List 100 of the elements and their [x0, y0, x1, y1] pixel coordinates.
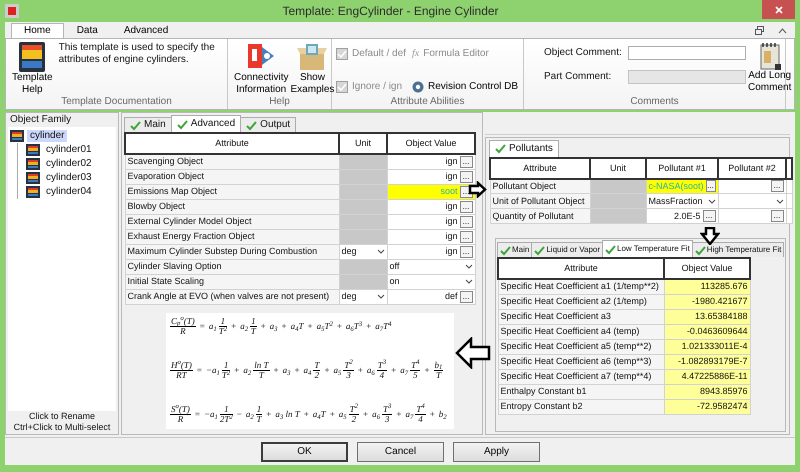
tree-item[interactable]: cylinder04 [43, 186, 95, 198]
ribbon-button[interactable]: Connectivity Information [232, 42, 290, 96]
table-cell: Initial State Scaling [125, 274, 339, 289]
check-icon [130, 120, 141, 130]
value-cell[interactable]: 4.47225886E-11 [664, 369, 750, 384]
caret-icon [376, 248, 384, 254]
disabled-cell [339, 184, 387, 199]
add-long-comment-button[interactable]: Add Long Comment [746, 42, 794, 96]
value-cell[interactable]: -1.082893179E-7 [664, 354, 750, 369]
tree-item[interactable]: cylinder [27, 130, 68, 142]
browse-button[interactable]: ... [770, 180, 784, 192]
table-cell: Unit of Pollutant Object [490, 194, 590, 208]
tab[interactable]: Output [240, 117, 296, 132]
tree-item[interactable]: cylinder02 [43, 158, 95, 170]
table-cell: Scavenging Object [125, 154, 339, 169]
browse-button[interactable]: ... [460, 290, 472, 302]
tree-item[interactable]: cylinder01 [43, 144, 95, 156]
table-cell: Exhaust Energy Fraction Object [125, 229, 339, 244]
dropdown[interactable]: MassFraction [646, 194, 718, 208]
checkbox-icon [336, 80, 348, 92]
group-label: Template Documentation [60, 96, 173, 109]
restore-icon[interactable] [755, 26, 764, 35]
browse-button[interactable]: ... [770, 210, 784, 222]
column-header: Attribute [125, 133, 339, 154]
close-button[interactable] [762, 0, 795, 19]
tree-item[interactable]: cylinder03 [43, 172, 95, 184]
table-cell: Specific Heat Coefficient a2 (1/temp) [498, 294, 664, 309]
collapse-icon[interactable] [778, 28, 787, 34]
value-cell[interactable]: 1.021333011E-4 [664, 339, 750, 354]
value-cell[interactable]: 113285.676 [664, 279, 750, 294]
value-cell[interactable]: 13.65384188 [664, 309, 750, 324]
disabled-cell [339, 274, 387, 289]
dropdown[interactable]: deg [339, 289, 387, 304]
browse-button[interactable]: ... [460, 230, 472, 242]
formula-symbol: fx [412, 48, 420, 60]
template-help-button[interactable]: Template Help [10, 42, 55, 96]
close-icon [774, 6, 782, 14]
table-cell: Blowby Object [125, 199, 339, 214]
check-icon [246, 120, 258, 130]
table-cell: Specific Heat Coefficient a3 [498, 309, 664, 324]
hint-text: Click to Rename [28, 411, 96, 422]
ribbon-tab[interactable]: Advanced [110, 23, 182, 38]
browse-button[interactable]: ... [460, 170, 472, 182]
notepad-icon [758, 42, 781, 70]
ability-button[interactable]: Revision Control DB [412, 77, 520, 96]
column-header: Attribute [490, 158, 590, 178]
tab[interactable]: High Temperature Fit [692, 242, 784, 257]
template-description: This template is used to specify the attributes of engine cylinders. [58, 42, 216, 67]
browse-button[interactable]: ... [460, 156, 472, 168]
column-header: Attribute [498, 258, 664, 279]
value-cell[interactable]: -72.9582474 [664, 399, 750, 414]
browse-button[interactable]: ... [706, 180, 716, 192]
table-cell: Quantity of Pollutant [490, 208, 590, 224]
cell-value: ign [444, 246, 458, 257]
panel-title: Object Family [9, 114, 72, 126]
value-cell[interactable]: -0.0463609644 [664, 324, 750, 339]
disabled-cell [339, 259, 387, 274]
check-icon [495, 143, 506, 154]
caret-icon [376, 293, 384, 300]
column-header: Pollutant #1 [646, 158, 718, 178]
value-cell[interactable]: 8943.85976 [664, 384, 750, 399]
cylinder-icon [26, 186, 40, 198]
check-icon [500, 244, 511, 256]
browse-button[interactable]: ... [460, 216, 472, 228]
browse-button[interactable]: ... [460, 200, 472, 212]
table-cell: Emissions Map Object [125, 184, 339, 199]
table-cell: Specific Heat Coefficient a1 (1/temp**2) [498, 279, 664, 294]
input-field[interactable] [628, 46, 746, 60]
cylinder-icon [10, 130, 24, 142]
dropdown[interactable]: off [387, 259, 475, 274]
disabled-cell [590, 194, 646, 208]
tab[interactable]: Pollutants [489, 140, 559, 156]
dialog-button[interactable]: Apply [453, 442, 540, 462]
table-cell: Evaporation Object [125, 169, 339, 184]
tab[interactable]: Main [124, 117, 172, 132]
tab[interactable]: Low Temperature Fit [602, 240, 693, 257]
dialog-button[interactable]: Cancel [357, 442, 444, 462]
caret-icon [464, 263, 472, 270]
dropdown[interactable]: on [387, 274, 475, 289]
tab[interactable]: Main [497, 242, 532, 257]
cell-value: ign [444, 216, 458, 227]
browse-button[interactable]: ... [460, 246, 472, 258]
field-label: Object Comment: [544, 47, 623, 59]
cylinder-icon [26, 172, 40, 184]
cylinder-icon [26, 144, 40, 156]
ribbon-button[interactable]: Show Examples [290, 42, 334, 96]
dialog-button[interactable]: OK [261, 442, 348, 462]
tab[interactable]: Liquid or Vapor [531, 242, 604, 257]
value-cell[interactable]: -1980.421677 [664, 294, 750, 309]
checkbox-icon [336, 48, 348, 60]
table-cell: Specific Heat Coefficient a4 (temp) [498, 324, 664, 339]
ribbon-tab[interactable]: Home [11, 23, 64, 38]
column-header: Unit [339, 133, 387, 154]
tab[interactable]: Advanced [170, 115, 242, 132]
caret-icon [776, 198, 784, 204]
ribbon-tab[interactable]: Data [64, 23, 111, 38]
browse-button[interactable]: ... [702, 210, 716, 222]
dropdown[interactable]: deg [339, 244, 387, 259]
column-header: Pollutant #2 [718, 158, 786, 178]
field-label: Part Comment: [544, 71, 612, 83]
